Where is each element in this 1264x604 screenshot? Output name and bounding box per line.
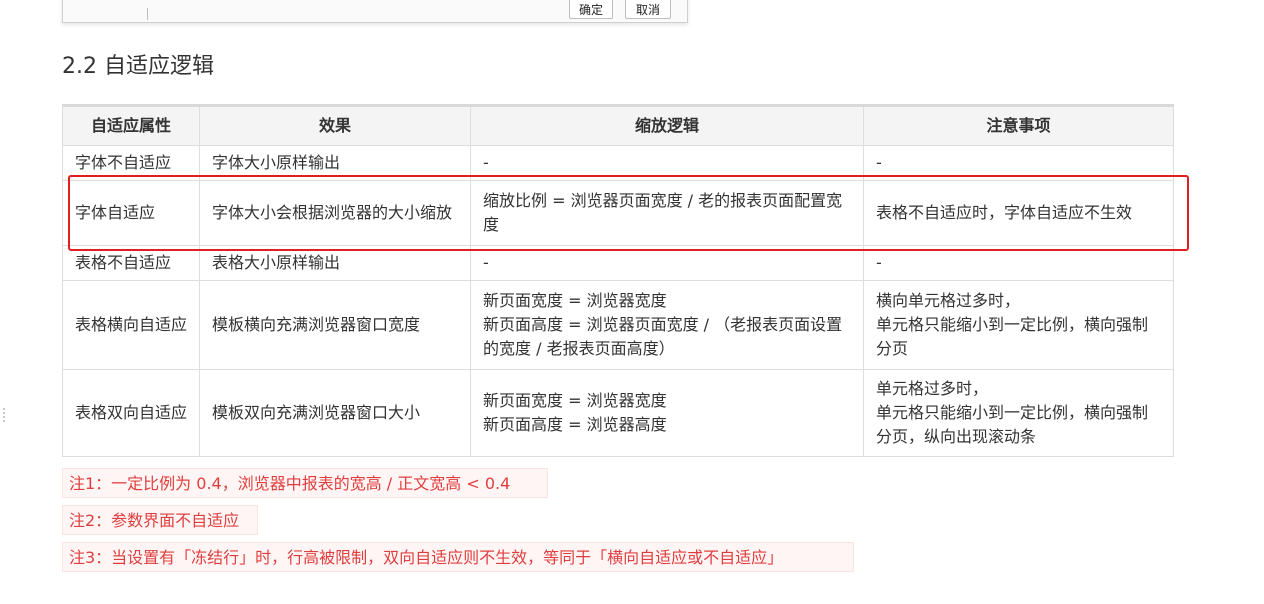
cell-logic-line: 新页面高度 = 浏览器页面宽度 / （老报表页面设置的宽度 / 老报表页面高度） (483, 315, 843, 358)
cell-notes-line: 单元格只能缩小到一定比例，横向强制分页，纵向出现滚动条 (876, 403, 1149, 446)
cell-notes-line: 横向单元格过多时， (876, 291, 1021, 310)
column-header-property: 自适应属性 (62, 105, 200, 146)
cell-logic-line: 新页面高度 = 浏览器高度 (483, 415, 667, 434)
cell-notes: - (863, 245, 1174, 281)
drag-handle-icon[interactable] (1, 406, 7, 424)
cell-notes-line: - (876, 153, 882, 172)
cell-effect: 字体大小原样输出 (199, 145, 471, 181)
cell-logic-line: 新页面宽度 = 浏览器宽度 (483, 291, 667, 310)
cell-logic-line: - (483, 153, 489, 172)
cell-notes: 单元格过多时， 单元格只能缩小到一定比例，横向强制分页，纵向出现滚动条 (863, 369, 1174, 457)
cell-notes-line: 单元格过多时， (876, 379, 989, 398)
table-row: 表格横向自适应 模板横向充满浏览器窗口宽度 新页面宽度 = 浏览器宽度 新页面高… (62, 280, 1174, 370)
column-header-notes: 注意事项 (863, 105, 1174, 146)
table-row: 字体不自适应 字体大小原样输出 - - (62, 145, 1174, 181)
confirm-button[interactable]: 确定 (569, 0, 613, 19)
cell-property: 字体自适应 (62, 180, 200, 246)
cell-logic: 新页面宽度 = 浏览器宽度 新页面高度 = 浏览器页面宽度 / （老报表页面设置… (470, 280, 864, 370)
cell-property: 字体不自适应 (62, 145, 200, 181)
cell-notes-line: 表格不自适应时，字体自适应不生效 (876, 203, 1133, 222)
table-header-row: 自适应属性 效果 缩放逻辑 注意事项 (62, 105, 1174, 146)
cell-notes-line: 单元格只能缩小到一定比例，横向强制分页 (876, 315, 1149, 358)
cell-property: 表格横向自适应 (62, 280, 200, 370)
cell-logic: - (470, 145, 864, 181)
cell-effect: 模板双向充满浏览器窗口大小 (199, 369, 471, 457)
cell-logic: 新页面宽度 = 浏览器宽度 新页面高度 = 浏览器高度 (470, 369, 864, 457)
dialog-divider (147, 8, 148, 20)
cell-notes: 表格不自适应时，字体自适应不生效 (863, 180, 1174, 246)
cell-property: 表格双向自适应 (62, 369, 200, 457)
dialog-footer-fragment: 确定 取消 (62, 0, 688, 23)
cell-notes: - (863, 145, 1174, 181)
cell-effect: 表格大小原样输出 (199, 245, 471, 281)
column-header-effect: 效果 (199, 105, 471, 146)
cell-logic: - (470, 245, 864, 281)
cell-logic: 缩放比例 = 浏览器页面宽度 / 老的报表页面配置宽度 (470, 180, 864, 246)
column-header-logic: 缩放逻辑 (470, 105, 864, 146)
cell-logic-line: 缩放比例 = 浏览器页面宽度 / 老的报表页面配置宽度 (483, 191, 843, 234)
note-1: 注1：一定比例为 0.4，浏览器中报表的宽高 / 正文宽高 < 0.4 (62, 468, 548, 498)
cell-notes-line: - (876, 253, 882, 272)
cell-effect: 字体大小会根据浏览器的大小缩放 (199, 180, 471, 246)
document-page: 确定 取消 2.2 自适应逻辑 自适应属性 效果 缩放逻辑 注意事项 字体不自适… (0, 0, 1264, 604)
cell-logic-line: 新页面宽度 = 浏览器宽度 (483, 391, 667, 410)
cancel-button[interactable]: 取消 (625, 0, 671, 19)
cell-logic-line: - (483, 253, 489, 272)
table-row: 表格不自适应 表格大小原样输出 - - (62, 245, 1174, 281)
note-3: 注3：当设置有「冻结行」时，行高被限制，双向自适应则不生效，等同于「横向自适应或… (62, 542, 854, 572)
cell-property: 表格不自适应 (62, 245, 200, 281)
table-row: 字体自适应 字体大小会根据浏览器的大小缩放 缩放比例 = 浏览器页面宽度 / 老… (62, 180, 1174, 246)
adaptive-logic-table: 自适应属性 效果 缩放逻辑 注意事项 字体不自适应 字体大小原样输出 - - 字… (62, 104, 1174, 457)
cell-effect: 模板横向充满浏览器窗口宽度 (199, 280, 471, 370)
cell-notes: 横向单元格过多时， 单元格只能缩小到一定比例，横向强制分页 (863, 280, 1174, 370)
note-2: 注2：参数界面不自适应 (62, 505, 258, 535)
section-title: 2.2 自适应逻辑 (62, 54, 214, 79)
table-row: 表格双向自适应 模板双向充满浏览器窗口大小 新页面宽度 = 浏览器宽度 新页面高… (62, 369, 1174, 457)
